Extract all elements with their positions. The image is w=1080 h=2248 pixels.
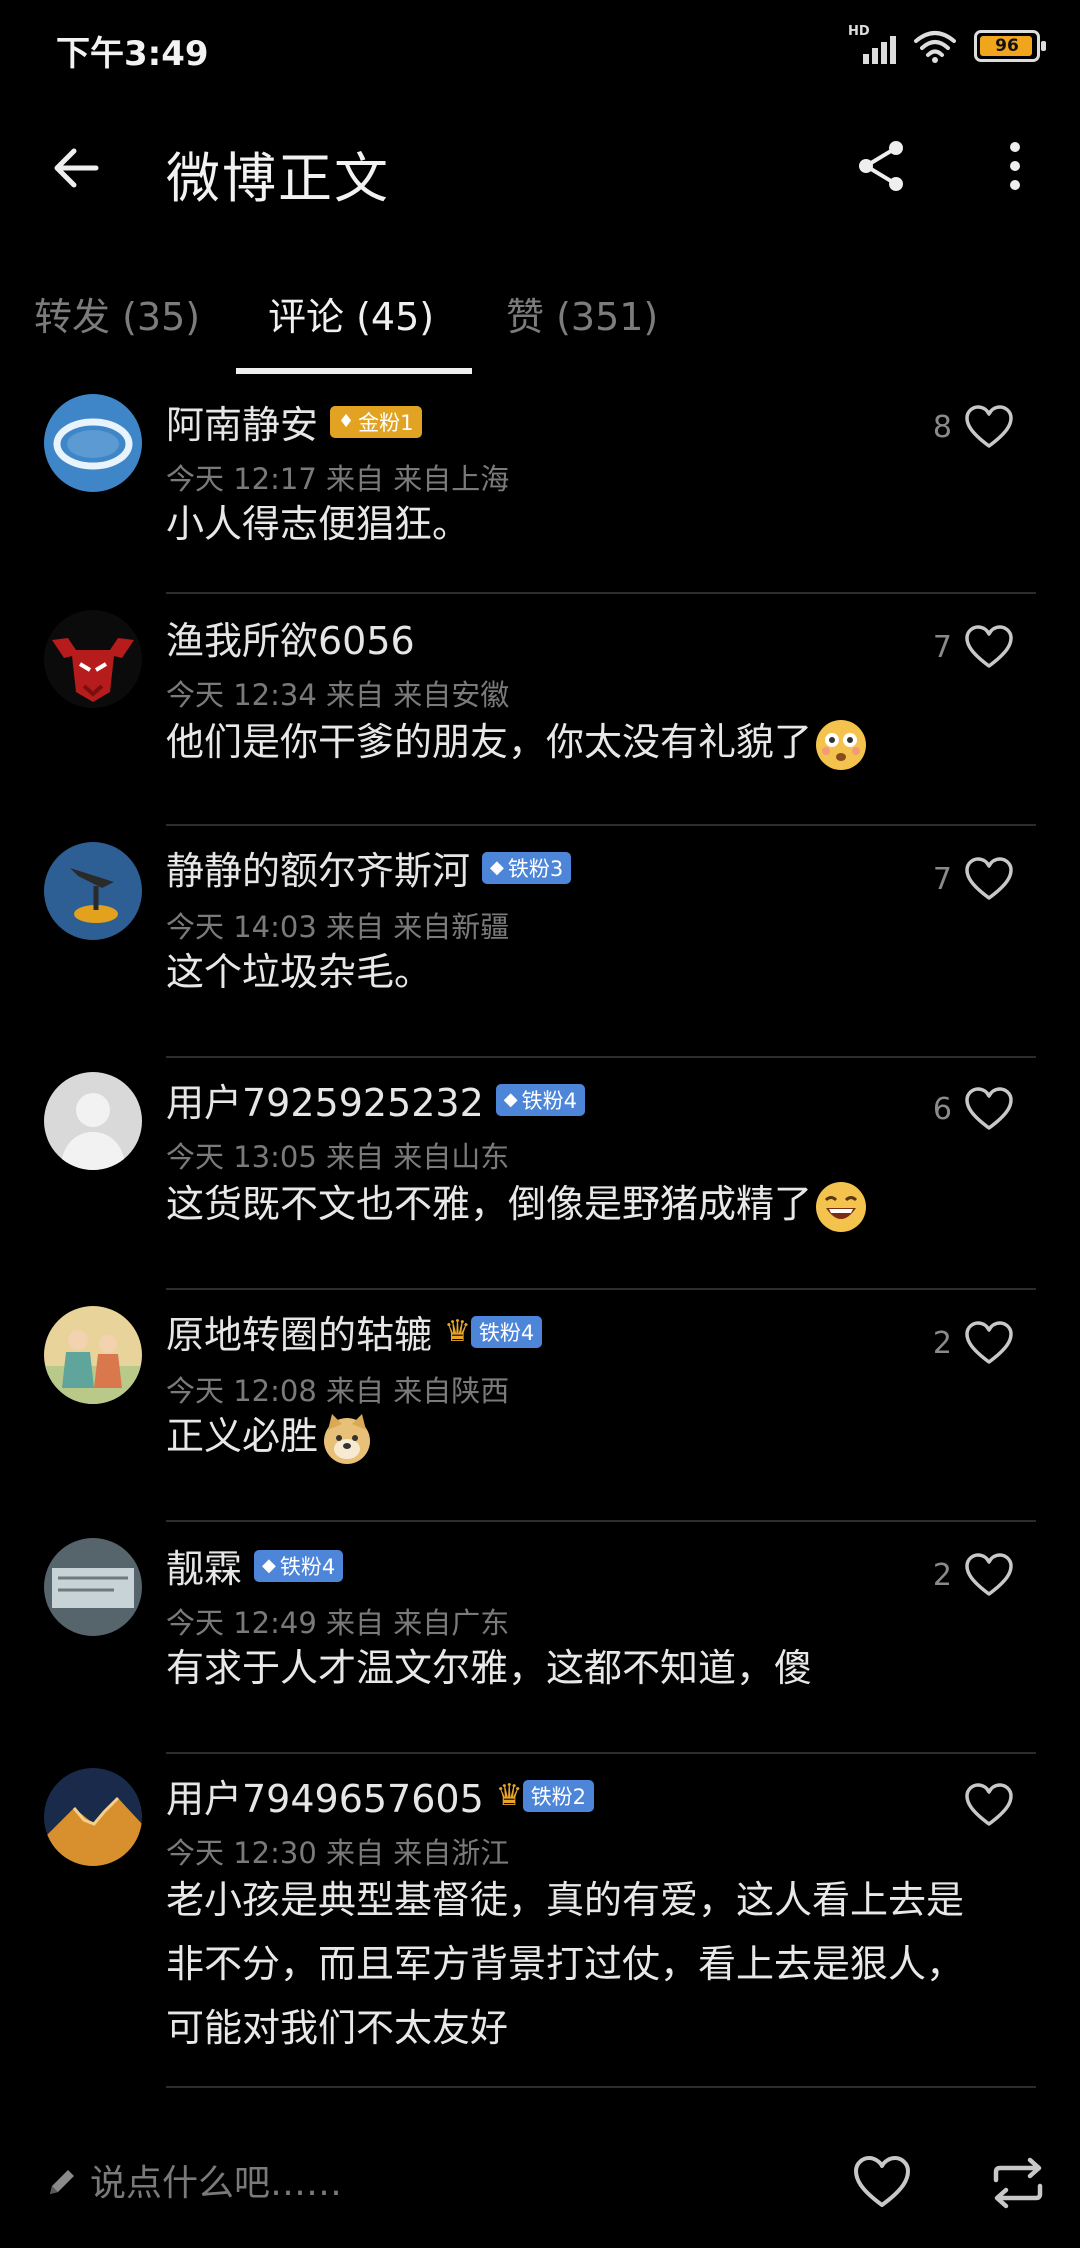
- comment-meta: 今天 12:34 来自 来自安徽: [166, 678, 510, 712]
- avatar[interactable]: [44, 394, 142, 492]
- comment-meta: 今天 13:05 来自 来自山东: [166, 1140, 510, 1174]
- tab-bar: 转发 (35) 评论 (45) 赞 (351): [0, 268, 1080, 378]
- cellular-signal-icon: HD: [848, 24, 896, 64]
- avatar[interactable]: [44, 1072, 142, 1170]
- comment-header: 静静的额尔齐斯河 ◆ 铁粉3: [166, 840, 572, 895]
- divider: [166, 2086, 1036, 2088]
- comment-text[interactable]: 正义必胜: [166, 1404, 1026, 1468]
- tab-comments[interactable]: 评论 (45): [268, 286, 434, 341]
- commenter-name[interactable]: 阿南静安: [166, 394, 318, 449]
- like-count: 2: [932, 1558, 952, 1593]
- fan-badge[interactable]: ◆ 铁粉4: [254, 1549, 344, 1582]
- comment-text[interactable]: 小人得志便猖狂。: [166, 492, 1026, 556]
- heart-icon[interactable]: [964, 856, 1014, 902]
- heart-icon[interactable]: [964, 1782, 1014, 1828]
- comment-header: 渔我所欲6056: [166, 610, 415, 665]
- tab-active-indicator: [236, 368, 472, 374]
- comment-header: 用户7925925232 ◆ 铁粉4: [166, 1072, 585, 1127]
- crown-icon: ♛: [444, 1314, 471, 1349]
- share-icon[interactable]: [852, 136, 912, 196]
- comment-header: 原地转圈的轱辘 ♛ 铁粉4: [166, 1304, 543, 1359]
- more-vertical-icon[interactable]: [990, 136, 1040, 196]
- fan-badge[interactable]: ♛ 铁粉2: [495, 1778, 595, 1813]
- commenter-name[interactable]: 静静的额尔齐斯河: [166, 840, 470, 895]
- like-count: 2: [932, 1326, 952, 1361]
- commenter-name[interactable]: 原地转圈的轱辘: [166, 1304, 432, 1359]
- avatar[interactable]: [44, 842, 142, 940]
- comment-header: 靓霖 ◆ 铁粉4: [166, 1538, 344, 1593]
- app-header: 微博正文: [0, 96, 1080, 236]
- badge-icon: ♦: [338, 411, 355, 432]
- comment-meta: 今天 12:30 来自 来自浙江: [166, 1836, 510, 1870]
- comment-text[interactable]: 有求于人才温文尔雅，这都不知道，傻: [166, 1636, 1026, 1700]
- fan-badge[interactable]: ◆ 铁粉4: [495, 1083, 585, 1116]
- heart-icon[interactable]: [852, 2154, 912, 2210]
- heart-icon[interactable]: [964, 1552, 1014, 1598]
- commenter-name[interactable]: 用户7949657605: [166, 1768, 484, 1823]
- comment-item: 渔我所欲6056 今天 12:34 来自 来自安徽 他们是你干爹的朋友，你太没有…: [0, 594, 1080, 826]
- commenter-name[interactable]: 用户7925925232: [166, 1072, 484, 1127]
- status-icons: HD 96: [848, 24, 1046, 64]
- repost-icon[interactable]: [988, 2156, 1048, 2210]
- diamond-icon: ◆: [490, 857, 504, 878]
- like-count: 6: [932, 1092, 952, 1127]
- diamond-icon: ◆: [503, 1089, 518, 1110]
- comment-item: 用户7925925232 ◆ 铁粉4 今天 13:05 来自 来自山东 这货既不文…: [0, 1058, 1080, 1290]
- like-count: 7: [932, 862, 952, 897]
- status-time: 下午3:49: [56, 34, 209, 74]
- pencil-icon: [50, 2170, 74, 2194]
- heart-icon[interactable]: [964, 624, 1014, 670]
- doge-emoji-icon: [324, 1413, 371, 1464]
- battery-icon: 96: [974, 30, 1046, 62]
- fan-badge[interactable]: ◆ 铁粉3: [482, 851, 572, 884]
- avatar[interactable]: [44, 1306, 142, 1404]
- fan-badge[interactable]: ♛ 铁粉4: [444, 1314, 543, 1349]
- bottom-action-bar: 说点什么吧……: [0, 2128, 1080, 2248]
- comment-text[interactable]: 老小孩是典型基督徒，真的有爱，这人看上去是 非不分，而且军方背景打过仗，看上去是…: [166, 1868, 1026, 2060]
- comment-item: 阿南静安 ♦ 金粉1 今天 12:17 来自 来自上海 小人得志便猖狂。 8: [0, 380, 1080, 594]
- comment-item: 靓霖 ◆ 铁粉4 今天 12:49 来自 来自广东 有求于人才温文尔雅，这都不知道…: [0, 1522, 1080, 1754]
- heart-icon[interactable]: [964, 1086, 1014, 1132]
- comment-input[interactable]: 说点什么吧……: [90, 2154, 342, 2206]
- diamond-icon: ◆: [262, 1555, 276, 1576]
- avatar[interactable]: [44, 1768, 142, 1866]
- comment-item: 原地转圈的轱辘 ♛ 铁粉4 今天 12:08 来自 来自陕西 正义必胜 2: [0, 1290, 1080, 1522]
- like-count: 7: [932, 630, 952, 665]
- comment-item: 用户7949657605 ♛ 铁粉2 今天 12:30 来自 来自浙江 老小孩是…: [0, 1754, 1080, 2114]
- heart-icon[interactable]: [964, 1320, 1014, 1366]
- page-title: 微博正文: [166, 147, 390, 210]
- avatar[interactable]: [44, 610, 142, 708]
- tab-likes[interactable]: 赞 (351): [506, 286, 658, 341]
- status-bar: 下午3:49 HD 96: [0, 0, 1080, 96]
- heart-icon[interactable]: [964, 404, 1014, 450]
- crown-icon: ♛: [495, 1778, 523, 1813]
- back-arrow-icon[interactable]: [46, 138, 106, 198]
- comment-header: 用户7949657605 ♛ 铁粉2: [166, 1768, 595, 1823]
- comment-text[interactable]: 这个垃圾杂毛。: [166, 940, 1026, 1004]
- tab-reposts[interactable]: 转发 (35): [34, 286, 200, 341]
- laughing-emoji-icon: [816, 1181, 867, 1232]
- comment-text[interactable]: 这货既不文也不雅，倒像是野猪成精了: [166, 1172, 1026, 1236]
- comment-header: 阿南静安 ♦ 金粉1: [166, 394, 422, 449]
- wifi-icon: [914, 31, 956, 63]
- like-count: 8: [932, 410, 952, 445]
- commenter-name[interactable]: 靓霖: [166, 1538, 242, 1593]
- comment-item: 静静的额尔齐斯河 ◆ 铁粉3 今天 14:03 来自 来自新疆 这个垃圾杂毛。 7: [0, 826, 1080, 1058]
- battery-percent: 96: [995, 36, 1019, 56]
- fan-badge[interactable]: ♦ 金粉1: [330, 405, 422, 438]
- commenter-name[interactable]: 渔我所欲6056: [166, 610, 415, 665]
- comment-list: 阿南静安 ♦ 金粉1 今天 12:17 来自 来自上海 小人得志便猖狂。 8 渔我…: [0, 380, 1080, 2114]
- flushed-emoji-icon: [816, 719, 867, 770]
- badge-label: 铁粉4: [470, 1315, 543, 1348]
- avatar[interactable]: [44, 1538, 142, 1636]
- badge-label: 铁粉2: [522, 1779, 595, 1812]
- comment-text[interactable]: 他们是你干爹的朋友，你太没有礼貌了: [166, 710, 1026, 774]
